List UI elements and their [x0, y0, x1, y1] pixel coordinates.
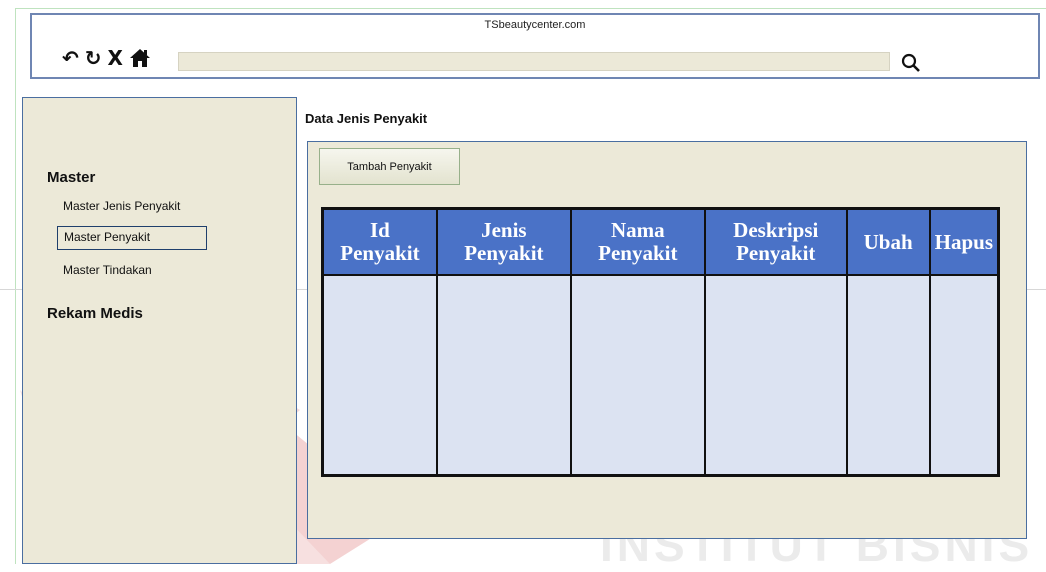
sidebar-item-master-jenis-penyakit[interactable]: Master Jenis Penyakit [63, 199, 180, 213]
header-line: Nama [610, 218, 665, 242]
column-header-id[interactable]: Id Penyakit [321, 207, 438, 276]
table-cell [703, 274, 848, 477]
search-icon[interactable] [900, 52, 922, 74]
table-cell [845, 274, 931, 477]
sidebar: Master Master Jenis Penyakit Master Peny… [22, 97, 297, 564]
sidebar-item-master-tindakan[interactable]: Master Tindakan [63, 263, 152, 277]
frame-guide-top [15, 8, 1046, 9]
table-cell [321, 274, 438, 477]
column-header-hapus[interactable]: Hapus [928, 207, 1000, 276]
page-title: Data Jenis Penyakit [305, 111, 428, 126]
add-penyakit-button[interactable]: Tambah Penyakit [319, 148, 460, 185]
frame-guide-left [15, 8, 16, 564]
header-line: Hapus [934, 229, 993, 254]
column-header-ubah[interactable]: Ubah [845, 207, 931, 276]
penyakit-table: Id Penyakit Jenis Penyakit Nama Penyakit… [321, 207, 1000, 477]
table-cell [435, 274, 572, 477]
table-cell [928, 274, 1000, 477]
column-header-deskripsi[interactable]: Deskripsi Penyakit [703, 207, 848, 276]
header-line: Penyakit [736, 241, 816, 265]
stop-icon[interactable]: X [108, 48, 123, 68]
table-cell [569, 274, 706, 477]
header-line: Id [370, 218, 390, 242]
browser-url-title: TSbeautycenter.com [484, 19, 586, 31]
home-icon[interactable] [129, 48, 151, 68]
browser-bar: TSbeautycenter.com ↶ ↻ X [30, 13, 1040, 79]
refresh-icon[interactable]: ↻ [85, 48, 102, 68]
header-line: Ubah [863, 229, 913, 254]
column-header-jenis[interactable]: Jenis Penyakit [435, 207, 572, 276]
address-bar[interactable] [178, 52, 890, 71]
table-row [321, 274, 1000, 477]
header-line: Jenis [481, 218, 527, 242]
back-icon[interactable]: ↶ [62, 48, 79, 68]
nav-icons: ↶ ↻ X [62, 48, 151, 68]
header-line: Penyakit [340, 241, 420, 265]
sidebar-heading-master: Master [47, 169, 96, 186]
column-header-nama[interactable]: Nama Penyakit [569, 207, 706, 276]
sidebar-heading-rekam-medis[interactable]: Rekam Medis [47, 305, 143, 322]
header-line: Penyakit [464, 241, 544, 265]
header-line: Penyakit [598, 241, 678, 265]
sidebar-item-master-penyakit[interactable]: Master Penyakit [57, 226, 207, 250]
table-header-row: Id Penyakit Jenis Penyakit Nama Penyakit… [321, 207, 1000, 276]
header-line: Deskripsi [733, 218, 819, 242]
